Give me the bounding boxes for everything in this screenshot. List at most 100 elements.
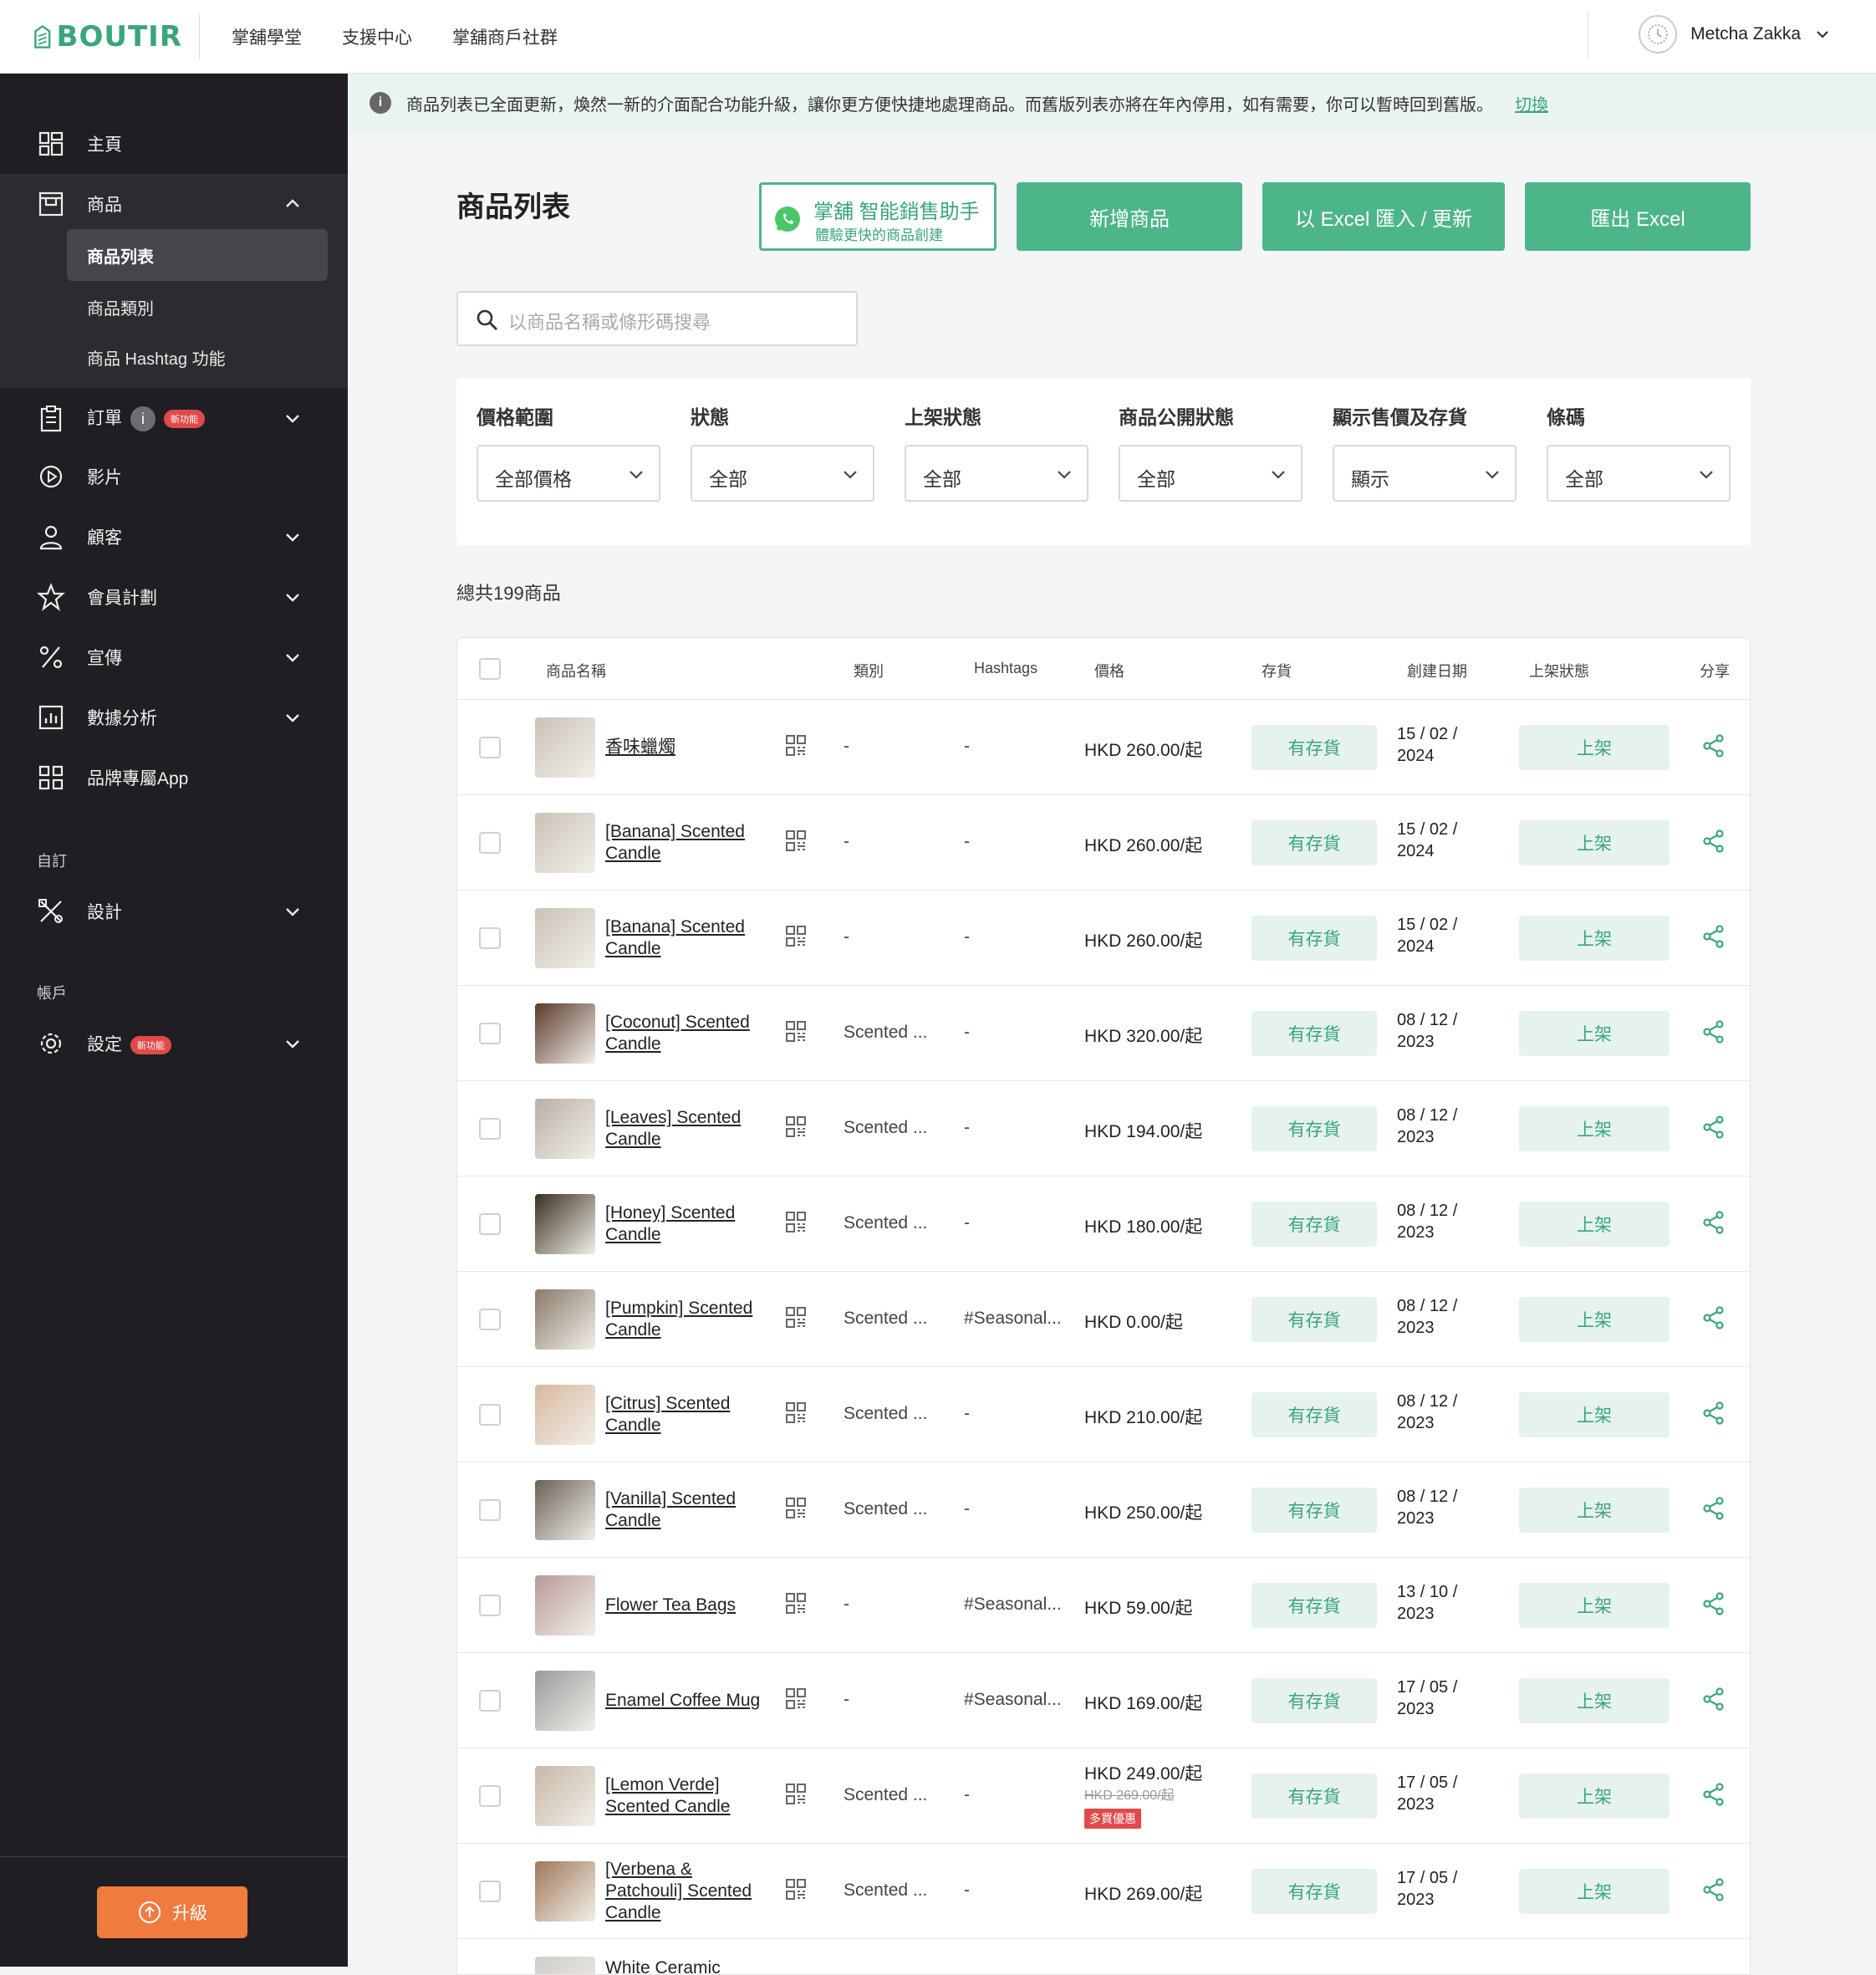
row-checkbox[interactable]: [479, 1785, 501, 1807]
shelf-status-button[interactable]: 上架: [1519, 725, 1670, 770]
excel-export-button[interactable]: 匯出 Excel: [1525, 182, 1751, 251]
qr-code-icon[interactable]: [786, 1879, 806, 1905]
product-thumbnail[interactable]: [535, 717, 595, 778]
share-icon[interactable]: [1701, 1782, 1726, 1811]
column-header-name[interactable]: 商品名稱: [546, 660, 606, 681]
product-name-link[interactable]: [Banana] Scented Candle: [605, 821, 764, 865]
shelf-status-button[interactable]: 上架: [1519, 1011, 1670, 1056]
share-icon[interactable]: [1701, 1687, 1726, 1716]
product-name-link[interactable]: [Pumpkin] Scented Candle: [605, 1298, 764, 1341]
filter-select[interactable]: 全部價格: [477, 445, 660, 502]
product-thumbnail[interactable]: [535, 1385, 595, 1445]
shelf-status-button[interactable]: 上架: [1519, 1773, 1670, 1819]
stock-status-button[interactable]: 有存貨: [1252, 1011, 1377, 1056]
sidebar-item-design[interactable]: 設計: [0, 881, 348, 942]
product-thumbnail[interactable]: [535, 1575, 595, 1636]
share-icon[interactable]: [1701, 924, 1726, 953]
add-product-button[interactable]: 新增商品: [1017, 182, 1242, 251]
product-thumbnail[interactable]: [535, 1957, 595, 1974]
sidebar-subitem-product-category[interactable]: 商品類別: [67, 281, 328, 333]
link-community[interactable]: 掌舖商戶社群: [452, 24, 558, 49]
product-thumbnail[interactable]: [535, 813, 595, 873]
share-icon[interactable]: [1701, 1877, 1726, 1906]
shelf-status-button[interactable]: 上架: [1519, 1869, 1670, 1914]
sidebar-subitem-hashtag[interactable]: 商品 Hashtag 功能: [67, 331, 328, 383]
stock-status-button[interactable]: 有存貨: [1252, 820, 1377, 865]
product-name-link[interactable]: [Verbena & Patchouli] Scented Candle: [605, 1859, 764, 1924]
product-thumbnail[interactable]: [535, 1480, 595, 1540]
qr-code-icon[interactable]: [786, 830, 806, 856]
link-academy[interactable]: 掌舖學堂: [232, 24, 302, 49]
sidebar-item-orders[interactable]: 訂單 i 新功能: [0, 388, 348, 448]
product-thumbnail[interactable]: [535, 908, 595, 968]
qr-code-icon[interactable]: [786, 1402, 806, 1428]
product-thumbnail[interactable]: [535, 1003, 595, 1064]
filter-select[interactable]: 全部: [1119, 445, 1302, 502]
stock-status-button[interactable]: 有存貨: [1252, 1488, 1377, 1533]
link-support[interactable]: 支援中心: [342, 24, 412, 49]
product-name-link[interactable]: [Citrus] Scented Candle: [605, 1393, 764, 1437]
sidebar-item-settings[interactable]: 設定 新功能: [0, 1013, 348, 1074]
upgrade-button[interactable]: 升級: [97, 1886, 247, 1938]
shelf-status-button[interactable]: 上架: [1519, 1106, 1670, 1151]
share-icon[interactable]: [1701, 733, 1726, 763]
info-icon[interactable]: i: [130, 406, 155, 432]
row-checkbox[interactable]: [479, 1499, 501, 1521]
product-name-link[interactable]: [Leaves] Scented Candle: [605, 1107, 764, 1151]
column-header-shelf[interactable]: 上架狀態: [1529, 660, 1589, 681]
stock-status-button[interactable]: 有存貨: [1252, 916, 1377, 961]
stock-status-button[interactable]: 有存貨: [1252, 1583, 1377, 1628]
row-checkbox[interactable]: [479, 1023, 501, 1044]
shelf-status-button[interactable]: 上架: [1519, 1488, 1670, 1533]
product-thumbnail[interactable]: [535, 1289, 595, 1350]
shelf-status-button[interactable]: 上架: [1519, 916, 1670, 961]
row-checkbox[interactable]: [479, 927, 501, 949]
product-thumbnail[interactable]: [535, 1099, 595, 1159]
shelf-status-button[interactable]: 上架: [1519, 1297, 1670, 1342]
qr-code-icon[interactable]: [786, 1212, 806, 1238]
column-header-hashtags[interactable]: Hashtags: [974, 660, 1037, 677]
share-icon[interactable]: [1701, 1591, 1726, 1620]
row-checkbox[interactable]: [479, 1404, 501, 1426]
product-name-link[interactable]: [Lemon Verde] Scented Candle: [605, 1774, 764, 1818]
sidebar-item-home[interactable]: 主頁: [0, 114, 348, 174]
row-checkbox[interactable]: [479, 1881, 501, 1902]
product-name-link[interactable]: Flower Tea Bags: [605, 1595, 764, 1616]
product-thumbnail[interactable]: [535, 1194, 595, 1254]
sidebar-subitem-product-list[interactable]: 商品列表: [67, 229, 328, 281]
product-thumbnail[interactable]: [535, 1766, 595, 1826]
brand-logo[interactable]: BOUTIR: [33, 12, 182, 62]
share-icon[interactable]: [1701, 829, 1726, 858]
qr-code-icon[interactable]: [786, 1784, 806, 1809]
sidebar-item-membership[interactable]: 會員計劃: [0, 567, 348, 627]
select-all-checkbox[interactable]: [479, 658, 501, 680]
product-name-link[interactable]: [Honey] Scented Candle: [605, 1202, 764, 1246]
sidebar-item-customers[interactable]: 顧客: [0, 507, 348, 567]
share-icon[interactable]: [1701, 1115, 1726, 1144]
product-thumbnail[interactable]: [535, 1861, 595, 1921]
product-name-link[interactable]: [Coconut] Scented Candle: [605, 1012, 764, 1055]
row-checkbox[interactable]: [479, 1309, 501, 1330]
filter-select[interactable]: 顯示: [1333, 445, 1517, 502]
share-icon[interactable]: [1701, 1496, 1726, 1525]
row-checkbox[interactable]: [479, 832, 501, 854]
row-checkbox[interactable]: [479, 1118, 501, 1140]
qr-code-icon[interactable]: [786, 1116, 806, 1142]
product-name-link[interactable]: [Vanilla] Scented Candle: [605, 1488, 764, 1532]
sales-assistant-button[interactable]: 掌舖 智能銷售助手 體驗更快的商品創建: [759, 182, 997, 251]
stock-status-button[interactable]: 有存貨: [1252, 1297, 1377, 1342]
row-checkbox[interactable]: [479, 1595, 501, 1616]
user-menu[interactable]: Metcha Zakka: [1639, 15, 1831, 54]
column-header-created[interactable]: 創建日期: [1407, 660, 1467, 681]
shelf-status-button[interactable]: 上架: [1519, 1392, 1670, 1437]
shelf-status-button[interactable]: 上架: [1519, 820, 1670, 865]
stock-status-button[interactable]: 有存貨: [1252, 1773, 1377, 1819]
row-checkbox[interactable]: [479, 737, 501, 758]
qr-code-icon[interactable]: [786, 1498, 806, 1523]
product-name-link[interactable]: [Banana] Scented Candle: [605, 916, 764, 960]
share-icon[interactable]: [1701, 1401, 1726, 1430]
sidebar-item-products[interactable]: 商品: [0, 174, 348, 234]
row-checkbox[interactable]: [479, 1213, 501, 1235]
product-thumbnail[interactable]: [535, 1671, 595, 1731]
stock-status-button[interactable]: 有存貨: [1252, 1106, 1377, 1151]
